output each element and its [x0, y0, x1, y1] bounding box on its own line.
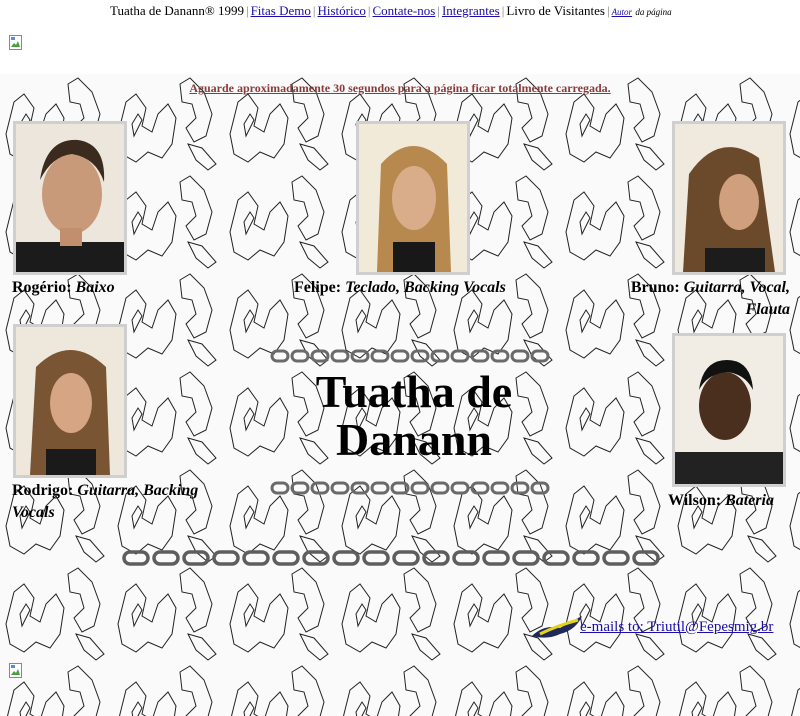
band-title-line1: Tuatha de: [315, 366, 513, 417]
broken-image-icon: [9, 35, 22, 50]
caption-rogerio: Rogério: Baixo: [12, 277, 115, 299]
nav-link-contate-nos[interactable]: Contate-nos: [373, 3, 436, 18]
portrait-wilson: [675, 336, 783, 484]
top-bar: Tuatha de Danann® 1999 | Fitas Demo | Histór…: [0, 0, 800, 74]
photo-wilson: [672, 333, 786, 487]
caption-wilson: Wilson: Bateria: [668, 490, 774, 512]
nav-link-autor[interactable]: Autor: [612, 7, 633, 17]
site-title: Tuatha de Danann® 1999: [110, 3, 244, 18]
caption-felipe: Felipe: Teclado, Backing Vocals: [294, 277, 506, 299]
photo-felipe: [356, 121, 470, 275]
member-name: Rodrigo:: [12, 482, 74, 499]
caption-rodrigo: Rodrigo: Guitarra, Backing Vocals: [12, 480, 242, 524]
nav-author-suffix: da página: [635, 7, 672, 17]
member-name: Rogério:: [12, 279, 72, 296]
email-contact: e-mails to: Triutil@Fepesmig.br: [580, 619, 773, 636]
nav-bar: Tuatha de Danann® 1999 | Fitas Demo | Histór…: [110, 3, 672, 18]
nav-link-historico[interactable]: Histórico: [318, 3, 366, 18]
member-name: Felipe:: [294, 279, 342, 296]
portrait-felipe: [359, 124, 467, 272]
loading-notice: Aguarde aproximadamente 30 segundos para…: [189, 81, 611, 95]
band-title: Tuatha de Danann: [270, 368, 558, 464]
caption-bruno: Bruno: Guitarra, Vocal, Flauta: [596, 277, 790, 321]
portrait-rogerio: [16, 124, 124, 272]
member-role: Baixo: [75, 279, 115, 296]
chain-long: [122, 550, 660, 566]
portrait-rodrigo: [16, 327, 124, 475]
photo-bruno: [672, 121, 786, 275]
email-link[interactable]: e-mails to: Triutil@Fepesmig.br: [580, 619, 773, 635]
portrait-bruno: [675, 124, 783, 272]
photo-rogerio: [13, 121, 127, 275]
photo-rodrigo: [13, 324, 127, 478]
nav-link-integrantes[interactable]: Integrantes: [442, 3, 500, 18]
member-name: Wilson:: [668, 492, 722, 509]
member-role: Teclado, Backing Vocals: [345, 279, 506, 296]
nav-current-guestbook: Livro de Visitantes: [506, 3, 605, 18]
mail-swoosh-icon: [532, 616, 582, 638]
broken-image-icon-bottom: [9, 663, 22, 678]
member-role: Bateria: [725, 492, 774, 509]
chain-bottom: [270, 481, 550, 495]
band-title-line2: Danann: [336, 414, 492, 465]
member-name: Bruno:: [630, 279, 680, 296]
member-role: Guitarra, Vocal, Flauta: [683, 279, 790, 318]
nav-link-fitas-demo[interactable]: Fitas Demo: [251, 3, 311, 18]
chain-top: [270, 349, 550, 363]
